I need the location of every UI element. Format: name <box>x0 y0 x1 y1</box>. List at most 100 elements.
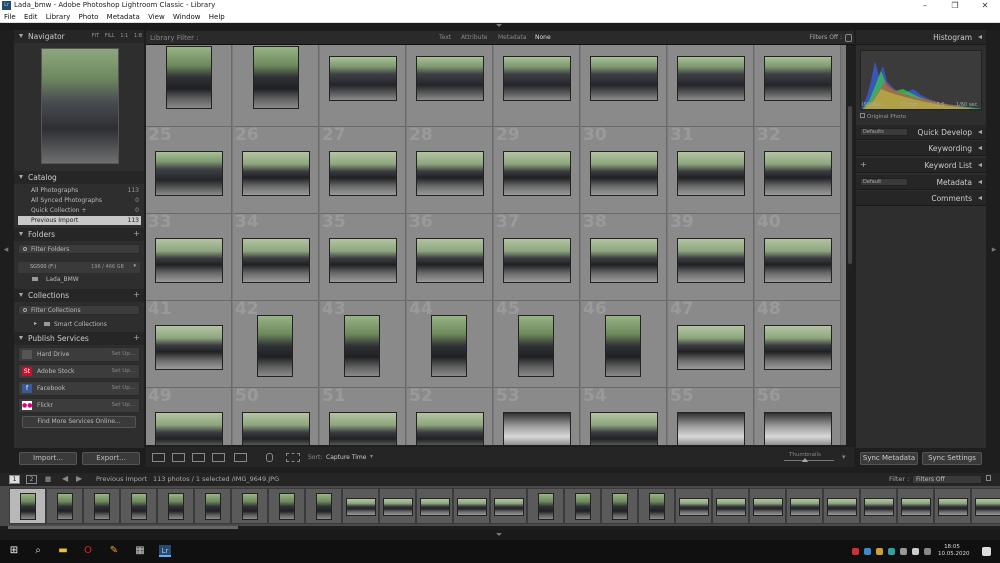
tray-icon[interactable] <box>864 548 871 555</box>
filmstrip-thumbnail[interactable] <box>279 493 295 520</box>
photo-thumbnail[interactable] <box>590 56 658 101</box>
comments-header[interactable]: Comments <box>856 191 986 206</box>
photo-thumbnail[interactable] <box>605 315 641 377</box>
people-view-icon[interactable] <box>234 453 247 462</box>
grid-cell[interactable]: 38 <box>581 212 667 301</box>
back-arrow-icon[interactable]: ◀ <box>62 474 68 483</box>
opera-icon[interactable]: O <box>82 545 94 557</box>
grid-cell[interactable]: 47 <box>668 299 754 388</box>
menu-library[interactable]: Library <box>46 11 70 23</box>
grid-cell[interactable] <box>146 45 232 127</box>
filmstrip-cell[interactable] <box>564 488 601 524</box>
notifications-icon[interactable] <box>982 547 991 556</box>
filmstrip-cell[interactable] <box>120 488 157 524</box>
metadata-preset[interactable]: Default <box>860 178 908 186</box>
grid-cell[interactable]: 39 <box>668 212 754 301</box>
photo-thumbnail[interactable] <box>503 238 571 283</box>
publish-hard-drive[interactable]: Hard Drive Set Up... <box>18 347 140 362</box>
grid-cell[interactable]: 49 <box>146 386 232 445</box>
zoom-fit[interactable]: FIT <box>92 33 99 39</box>
filmstrip-thumbnail[interactable] <box>538 493 554 520</box>
tray-icon[interactable] <box>888 548 895 555</box>
zoom-1-1[interactable]: 1:1 <box>120 33 128 39</box>
grid-scrollbar[interactable] <box>846 45 854 445</box>
grid-cell[interactable] <box>668 45 754 127</box>
survey-view-icon[interactable] <box>212 453 225 462</box>
collections-header[interactable]: Collections + <box>14 289 144 302</box>
catalog-item-all-photographs[interactable]: All Photographs 113 <box>18 186 141 195</box>
photo-thumbnail[interactable] <box>166 46 212 109</box>
filmstrip-thumbnail[interactable] <box>901 498 931 516</box>
photo-thumbnail[interactable] <box>416 412 484 445</box>
loupe-view-icon[interactable] <box>172 453 185 462</box>
grid-cell[interactable]: 35 <box>320 212 406 301</box>
filmstrip-filter-dropdown[interactable]: Filters Off <box>912 475 982 484</box>
grid-cell[interactable] <box>233 45 319 127</box>
grid-cell[interactable]: 50 <box>233 386 319 445</box>
lock-icon[interactable] <box>845 34 852 42</box>
photo-thumbnail[interactable] <box>242 151 310 196</box>
photo-thumbnail[interactable] <box>416 238 484 283</box>
filmstrip-cell[interactable] <box>675 488 712 524</box>
navigator-header[interactable]: Navigator FIT FILL 1:1 1:8 <box>14 30 144 43</box>
grid-cell[interactable]: 44 <box>407 299 493 388</box>
photo-thumbnail[interactable] <box>329 238 397 283</box>
forward-arrow-icon[interactable]: ▶ <box>76 474 82 483</box>
photo-thumbnail[interactable] <box>764 56 832 101</box>
filter-folders-input[interactable]: Filter Folders <box>18 244 140 254</box>
filmstrip-thumbnail[interactable] <box>938 498 968 516</box>
filmstrip-thumbnail[interactable] <box>383 498 413 516</box>
slider-knob[interactable] <box>802 458 808 462</box>
filmstrip-cell[interactable] <box>971 488 1000 524</box>
photo-thumbnail[interactable] <box>257 315 293 377</box>
filmstrip-cell[interactable] <box>305 488 342 524</box>
menu-metadata[interactable]: Metadata <box>107 11 140 23</box>
filmstrip-scrollbar[interactable] <box>8 526 238 529</box>
keyword-list-header[interactable]: + Keyword List <box>856 158 986 173</box>
publish-facebook[interactable]: f Facebook Set Up... <box>18 381 140 396</box>
add-publish-icon[interactable]: + <box>133 333 140 342</box>
grid-cell[interactable]: 53 <box>494 386 580 445</box>
publish-services-header[interactable]: Publish Services + <box>14 332 144 345</box>
grid-cell[interactable]: 54 <box>581 386 667 445</box>
network-icon[interactable] <box>924 548 931 555</box>
zoom-1-8[interactable]: 1:8 <box>134 33 142 39</box>
filmstrip-thumbnail[interactable] <box>346 498 376 516</box>
filmstrip-cell[interactable] <box>601 488 638 524</box>
tray-icon[interactable] <box>900 548 907 555</box>
filmstrip-thumbnail[interactable] <box>612 493 628 520</box>
photo-thumbnail[interactable] <box>416 151 484 196</box>
photo-thumbnail[interactable] <box>155 151 223 196</box>
grid-cell[interactable]: 34 <box>233 212 319 301</box>
add-collection-icon[interactable]: + <box>133 290 140 299</box>
grid-cell[interactable]: 45 <box>494 299 580 388</box>
photo-thumbnail[interactable] <box>677 151 745 196</box>
filmstrip-cell[interactable] <box>453 488 490 524</box>
filmstrip-cell[interactable] <box>897 488 934 524</box>
filmstrip-cell[interactable] <box>83 488 120 524</box>
grid-cell[interactable]: 28 <box>407 125 493 214</box>
photo-thumbnail[interactable] <box>416 56 484 101</box>
photo-thumbnail[interactable] <box>764 325 832 370</box>
file-explorer-icon[interactable]: ▬ <box>57 545 69 557</box>
chevron-down-icon[interactable]: ▾ <box>133 263 136 269</box>
quick-develop-header[interactable]: Defaults Quick Develop <box>856 125 986 140</box>
filmstrip-cell[interactable] <box>379 488 416 524</box>
filmstrip-cell[interactable] <box>157 488 194 524</box>
volume-row[interactable]: SG500 (F:) 196 / 466 GB ▾ <box>18 262 140 273</box>
grid-cell[interactable] <box>407 45 493 127</box>
grid-cell[interactable]: 41 <box>146 299 232 388</box>
filmstrip-thumbnail[interactable] <box>649 493 665 520</box>
filmstrip-cell[interactable] <box>416 488 453 524</box>
filmstrip-cell[interactable] <box>490 488 527 524</box>
folder-item[interactable]: Lada_BMW <box>18 275 141 284</box>
filmstrip-thumbnail[interactable] <box>242 493 258 520</box>
grid-cell[interactable]: 46 <box>581 299 667 388</box>
grid-icon[interactable]: ▦ <box>45 475 51 483</box>
filmstrip-thumbnail[interactable] <box>790 498 820 516</box>
filmstrip-cell[interactable] <box>860 488 897 524</box>
photo-thumbnail[interactable] <box>431 315 467 377</box>
photo-thumbnail[interactable] <box>503 56 571 101</box>
add-keyword-icon[interactable]: + <box>860 160 867 169</box>
filmstrip-cell[interactable] <box>231 488 268 524</box>
